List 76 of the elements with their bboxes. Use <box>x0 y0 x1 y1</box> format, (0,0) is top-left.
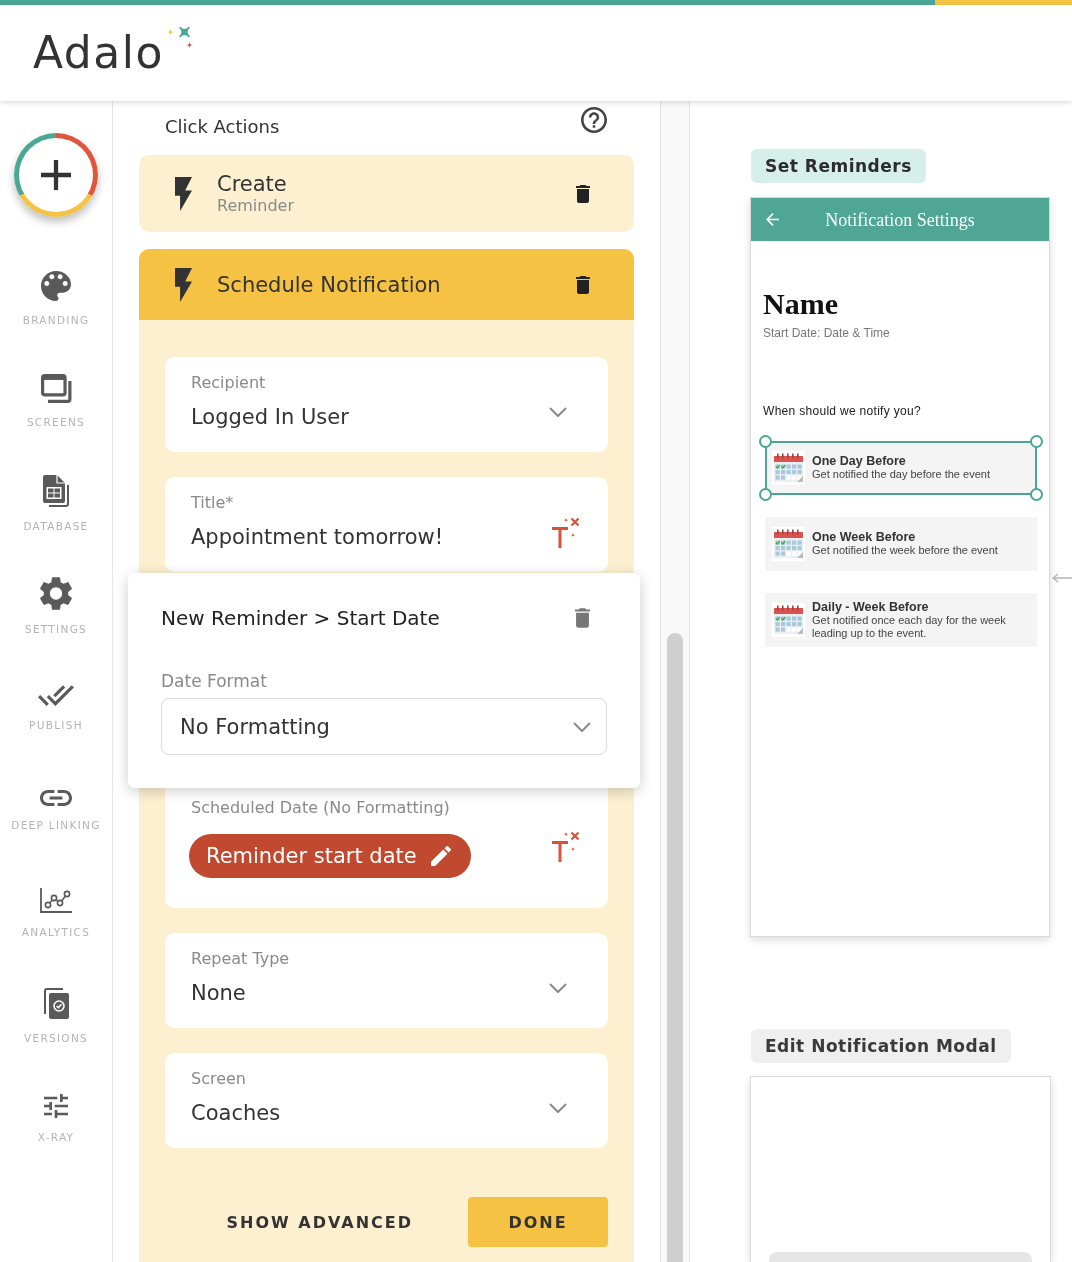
action-header[interactable]: Schedule Notification <box>139 249 634 320</box>
field-value: Appointment tomorrow! <box>191 524 445 550</box>
sparkles-icon <box>166 26 193 49</box>
screen-heading: Name <box>763 287 838 321</box>
connector-arrow <box>1052 573 1072 583</box>
sliders-icon <box>44 1093 68 1118</box>
calendar-icon <box>772 603 805 637</box>
lightning-icon <box>175 176 192 211</box>
dropdown-field[interactable]: Screen Coaches <box>165 1053 608 1148</box>
field-label: Scheduled Date (No Formatting) <box>191 797 451 819</box>
popup-title: New Reminder > Start Date <box>161 606 440 630</box>
text-field[interactable]: Title* Appointment tomorrow! <box>165 477 608 572</box>
panel-title: Click Actions <box>165 115 280 139</box>
trash-icon[interactable] <box>576 275 590 294</box>
field-value: No Formatting <box>180 713 330 740</box>
chevron-down-icon <box>549 407 567 417</box>
calendar-icon <box>772 451 805 485</box>
trash-icon[interactable] <box>576 184 590 203</box>
line-chart-icon <box>40 888 72 914</box>
field-label: Recipient <box>191 372 267 394</box>
pencil-icon <box>430 846 451 866</box>
chevron-down-icon <box>549 1103 567 1113</box>
done-button[interactable]: DONE <box>468 1197 608 1247</box>
option-title: Daily - Week Before <box>812 600 930 614</box>
field-label: Title* <box>191 492 235 514</box>
screen-subheading: Start Date: Date & Time <box>763 325 890 341</box>
field-label: Screen <box>191 1068 247 1090</box>
screen-label[interactable]: Edit Notification Modal <box>751 1029 1011 1063</box>
option-title: One Day Before <box>812 455 907 468</box>
show-advanced-button[interactable]: SHOW ADVANCED <box>206 1197 433 1247</box>
resize-handle[interactable] <box>1030 435 1043 448</box>
chevron-down-icon <box>573 721 591 732</box>
action-subtitle: Reminder <box>217 195 295 216</box>
option-card[interactable]: One Day Before Get notified the day before the event <box>765 441 1037 495</box>
windows-icon <box>40 373 72 403</box>
add-button[interactable] <box>14 133 98 217</box>
action-card[interactable]: Create Reminder <box>139 155 634 232</box>
field-value: None <box>191 980 247 1006</box>
option-title: One Week Before <box>812 531 917 544</box>
lightning-icon <box>175 267 192 302</box>
option-description: Get notified the day before the event <box>812 468 991 481</box>
field-label: Repeat Type <box>191 948 291 970</box>
logo-wordmark: Adalo <box>33 30 164 76</box>
field-label: Date Format <box>161 670 268 692</box>
link-icon <box>40 790 72 807</box>
option-description: Get notified once each day for the week leading up to the event. <box>812 613 1007 640</box>
back-arrow-icon[interactable] <box>766 213 779 226</box>
screen-prompt: When should we notify you? <box>763 403 921 419</box>
double-check-icon <box>38 685 74 707</box>
help-icon[interactable] <box>581 107 607 133</box>
screen-label[interactable]: Set Reminders <box>751 149 926 183</box>
app-bar-title: Notification Settings <box>824 208 976 231</box>
palette-icon <box>41 270 71 301</box>
plus-icon <box>41 160 71 190</box>
option-card[interactable]: Daily - Week Before Get notified once each day for the week leading up to the event. <box>765 593 1037 647</box>
letter-t-sparkle-icon[interactable] <box>552 516 580 548</box>
table-document-icon <box>42 474 70 507</box>
field-value: Coaches <box>191 1100 282 1126</box>
action-title: Schedule Notification <box>217 272 442 297</box>
dropdown-field[interactable]: No Formatting <box>161 698 607 755</box>
date-chip[interactable]: Reminder start date <box>189 834 471 878</box>
field-value: Logged In User <box>191 404 350 430</box>
resize-handle[interactable] <box>1030 488 1043 501</box>
resize-handle[interactable] <box>759 435 772 448</box>
dropdown-field[interactable]: Repeat Type None <box>165 933 608 1028</box>
settings-icon <box>40 576 72 610</box>
option-description: Get notified the week before the event <box>812 544 999 557</box>
scrollbar-thumb[interactable] <box>667 633 683 1262</box>
letter-t-sparkle-icon[interactable] <box>552 830 580 862</box>
chevron-down-icon <box>549 983 567 993</box>
dropdown-field[interactable]: Recipient Logged In User <box>165 357 608 452</box>
check-documents-icon <box>43 987 69 1019</box>
calendar-icon <box>772 527 805 561</box>
action-title: Create <box>217 171 288 196</box>
option-card[interactable]: One Week Before Get notified the week before the event <box>765 517 1037 571</box>
resize-handle[interactable] <box>759 488 772 501</box>
